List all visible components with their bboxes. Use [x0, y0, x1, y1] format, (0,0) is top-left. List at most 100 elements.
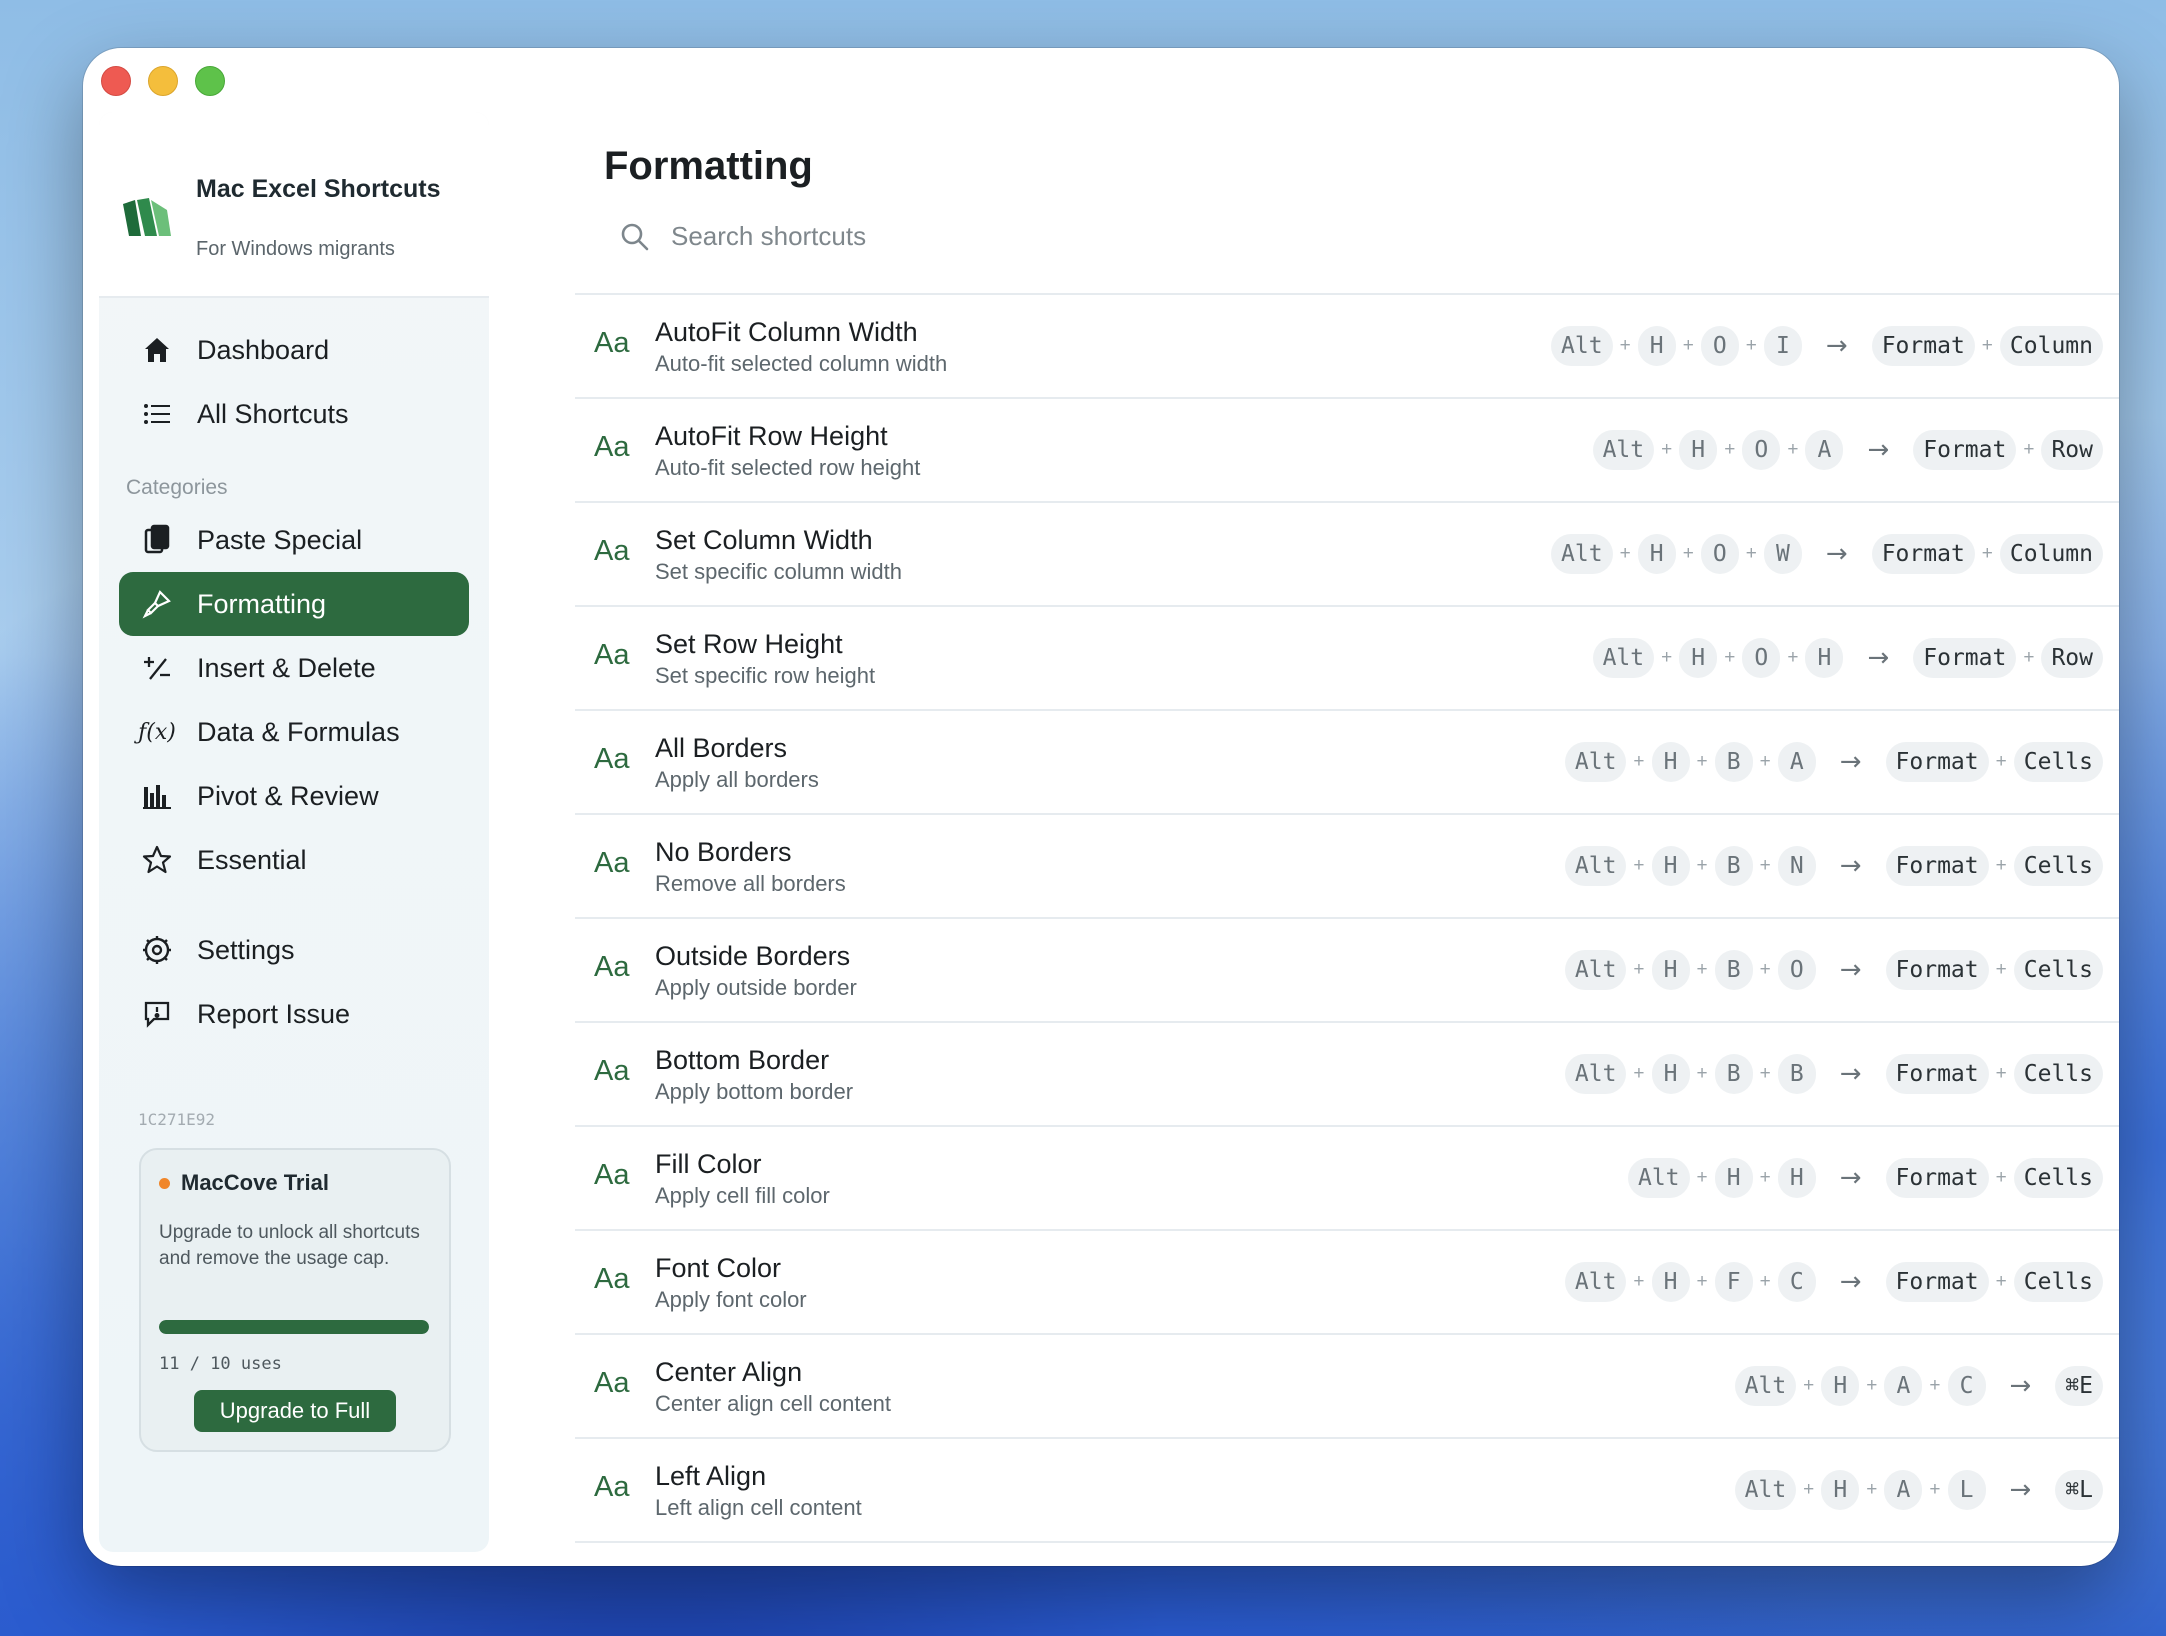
- sidebar-item-report-issue[interactable]: Report Issue: [119, 982, 469, 1046]
- sidebar-item-data-formulas[interactable]: ƒ(x) Data & Formulas: [119, 700, 469, 764]
- plus-separator: +: [1803, 1375, 1815, 1396]
- windows-key: Alt: [1551, 326, 1613, 366]
- mac-key: Format: [1885, 1262, 1989, 1302]
- bar-chart-icon: [139, 778, 175, 814]
- plus-separator: +: [1696, 1271, 1708, 1292]
- sidebar-item-pivot-review[interactable]: Pivot & Review: [119, 764, 469, 828]
- windows-key: A: [1777, 742, 1816, 782]
- windows-key: I: [1763, 326, 1802, 366]
- plus-separator: +: [1696, 959, 1708, 980]
- sidebar-item-label: Essential: [197, 844, 307, 875]
- sidebar: Mac Excel Shortcuts For Windows migrants…: [99, 112, 489, 1552]
- shortcut-row[interactable]: Aa Fill Color Apply cell fill color Alt + H + H…: [575, 1127, 2119, 1231]
- sidebar-item-paste-special[interactable]: Paste Special: [119, 508, 469, 572]
- shortcut-row[interactable]: Aa Set Column Width Set specific column wi…: [575, 503, 2119, 607]
- arrow-right-icon: →: [1825, 539, 1848, 569]
- mac-key: Row: [2041, 638, 2103, 678]
- key-combo: Alt + H + H → Format + Cells: [1627, 1156, 2103, 1200]
- windows-key: Alt: [1564, 950, 1627, 990]
- sidebar-item-insert-delete[interactable]: Insert & Delete: [119, 636, 469, 700]
- shortcut-row[interactable]: Aa AutoFit Row Height Auto-fit selected ro…: [575, 399, 2119, 503]
- shortcut-description: Apply cell fill color: [655, 1183, 830, 1208]
- search-icon: [621, 223, 649, 250]
- key-combo: Alt + H + O + W → Format + Column: [1551, 532, 2103, 576]
- trial-card: MacCove Trial Upgrade to unlock all shor…: [139, 1148, 451, 1452]
- windows-key: Alt: [1592, 638, 1655, 678]
- key-combo: Alt + H + B + B → Format + Cells: [1564, 1052, 2103, 1096]
- shortcut-row[interactable]: Aa AutoFit Column Width Auto-fit selected …: [575, 295, 2119, 399]
- mac-key: Cells: [2013, 950, 2103, 990]
- shortcut-row[interactable]: Aa Set Row Height Set specific row height A…: [575, 607, 2119, 711]
- windows-key: W: [1763, 534, 1802, 574]
- plus-separator: +: [1696, 1063, 1708, 1084]
- gear-icon: [139, 932, 175, 968]
- sidebar-item-essential[interactable]: Essential: [119, 828, 469, 892]
- zoom-button[interactable]: [195, 66, 225, 96]
- windows-key: Alt: [1564, 1262, 1627, 1302]
- mac-key: Format: [1871, 534, 1975, 574]
- plus-separator: +: [2023, 439, 2035, 460]
- trial-heading: MacCove Trial: [159, 1170, 329, 1196]
- font-glyph-icon: Aa: [594, 847, 630, 879]
- windows-key: F: [1714, 1262, 1753, 1302]
- mac-key: ⌘L: [2055, 1470, 2103, 1510]
- windows-key: B: [1714, 1054, 1753, 1094]
- shortcut-description: Remove all borders: [655, 871, 846, 896]
- windows-key: O: [1742, 638, 1781, 678]
- font-glyph-icon: Aa: [594, 1471, 630, 1503]
- shortcut-row[interactable]: Aa Center Align Center align cell content A…: [575, 1335, 2119, 1439]
- shortcut-row[interactable]: Aa Left Align Left align cell content Alt + H…: [575, 1439, 2119, 1543]
- trial-status-dot: [159, 1177, 170, 1189]
- shortcut-description: Auto-fit selected column width: [655, 351, 948, 376]
- search-input[interactable]: [669, 220, 1273, 253]
- mac-key: Cells: [2013, 1262, 2103, 1302]
- brand-header: Mac Excel Shortcuts For Windows migrants: [99, 112, 489, 298]
- close-button[interactable]: [101, 66, 131, 96]
- brush-icon: [139, 586, 175, 622]
- sidebar-item-label: Settings: [197, 934, 295, 965]
- mac-key: Format: [1885, 1158, 1989, 1198]
- sidebar-item-label: Data & Formulas: [197, 716, 400, 747]
- main-content: Formatting Aa AutoFit Column Width Auto-fi…: [489, 48, 2119, 1566]
- windows-key: Alt: [1551, 534, 1613, 574]
- shortcut-name: AutoFit Row Height: [655, 421, 888, 451]
- mac-key: Cells: [2013, 1054, 2103, 1094]
- sidebar-item-dashboard[interactable]: Dashboard: [119, 318, 469, 382]
- shortcut-row[interactable]: Aa No Borders Remove all borders Alt + H + B + N →…: [575, 815, 2119, 919]
- sidebar-item-formatting[interactable]: Formatting: [119, 572, 469, 636]
- shortcut-row[interactable]: Aa Font Color Apply font color Alt + H + F + C → Fo…: [575, 1231, 2119, 1335]
- mac-key: Format: [1885, 1054, 1989, 1094]
- app-logo-icon: [123, 198, 171, 236]
- windows-key: O: [1700, 326, 1739, 366]
- shortcut-list: Aa AutoFit Column Width Auto-fit selected …: [575, 295, 2119, 1543]
- windows-key: Alt: [1564, 846, 1627, 886]
- arrow-right-icon: →: [1839, 851, 1862, 881]
- plus-separator: +: [1745, 335, 1757, 356]
- windows-key: H: [1651, 1054, 1690, 1094]
- shortcut-row[interactable]: Aa Bottom Border Apply bottom border Alt + H +…: [575, 1023, 2119, 1127]
- shortcut-row[interactable]: Aa All Borders Apply all borders Alt + H + B + A →…: [575, 711, 2119, 815]
- sidebar-item-all-shortcuts[interactable]: All Shortcuts: [119, 382, 469, 446]
- windows-key: O: [1742, 430, 1781, 470]
- plus-separator: +: [1995, 1271, 2007, 1292]
- minimize-button[interactable]: [148, 66, 178, 96]
- windows-key: Alt: [1734, 1366, 1797, 1406]
- windows-key: Alt: [1734, 1470, 1797, 1510]
- sidebar-item-settings[interactable]: Settings: [119, 918, 469, 982]
- plus-separator: +: [1724, 647, 1736, 668]
- plus-separator: +: [1682, 543, 1694, 564]
- plus-separator: +: [1929, 1479, 1941, 1500]
- key-combo: Alt + H + O + I → Format + Column: [1551, 324, 2103, 368]
- sidebar-item-label: Insert & Delete: [197, 652, 376, 683]
- plus-separator: +: [1981, 543, 1993, 564]
- trial-title: MacCove Trial: [181, 1170, 329, 1195]
- mac-key: Format: [1885, 846, 1989, 886]
- sidebar-item-label: Report Issue: [197, 998, 351, 1029]
- shortcut-name: Set Column Width: [655, 525, 873, 555]
- shortcut-description: Set specific column width: [655, 559, 902, 584]
- shortcut-row[interactable]: Aa Outside Borders Apply outside border Alt…: [575, 919, 2119, 1023]
- mac-key: Format: [1913, 638, 2017, 678]
- search-bar: [619, 220, 1273, 253]
- shortcut-name: All Borders: [655, 733, 788, 763]
- upgrade-button[interactable]: Upgrade to Full: [194, 1390, 396, 1432]
